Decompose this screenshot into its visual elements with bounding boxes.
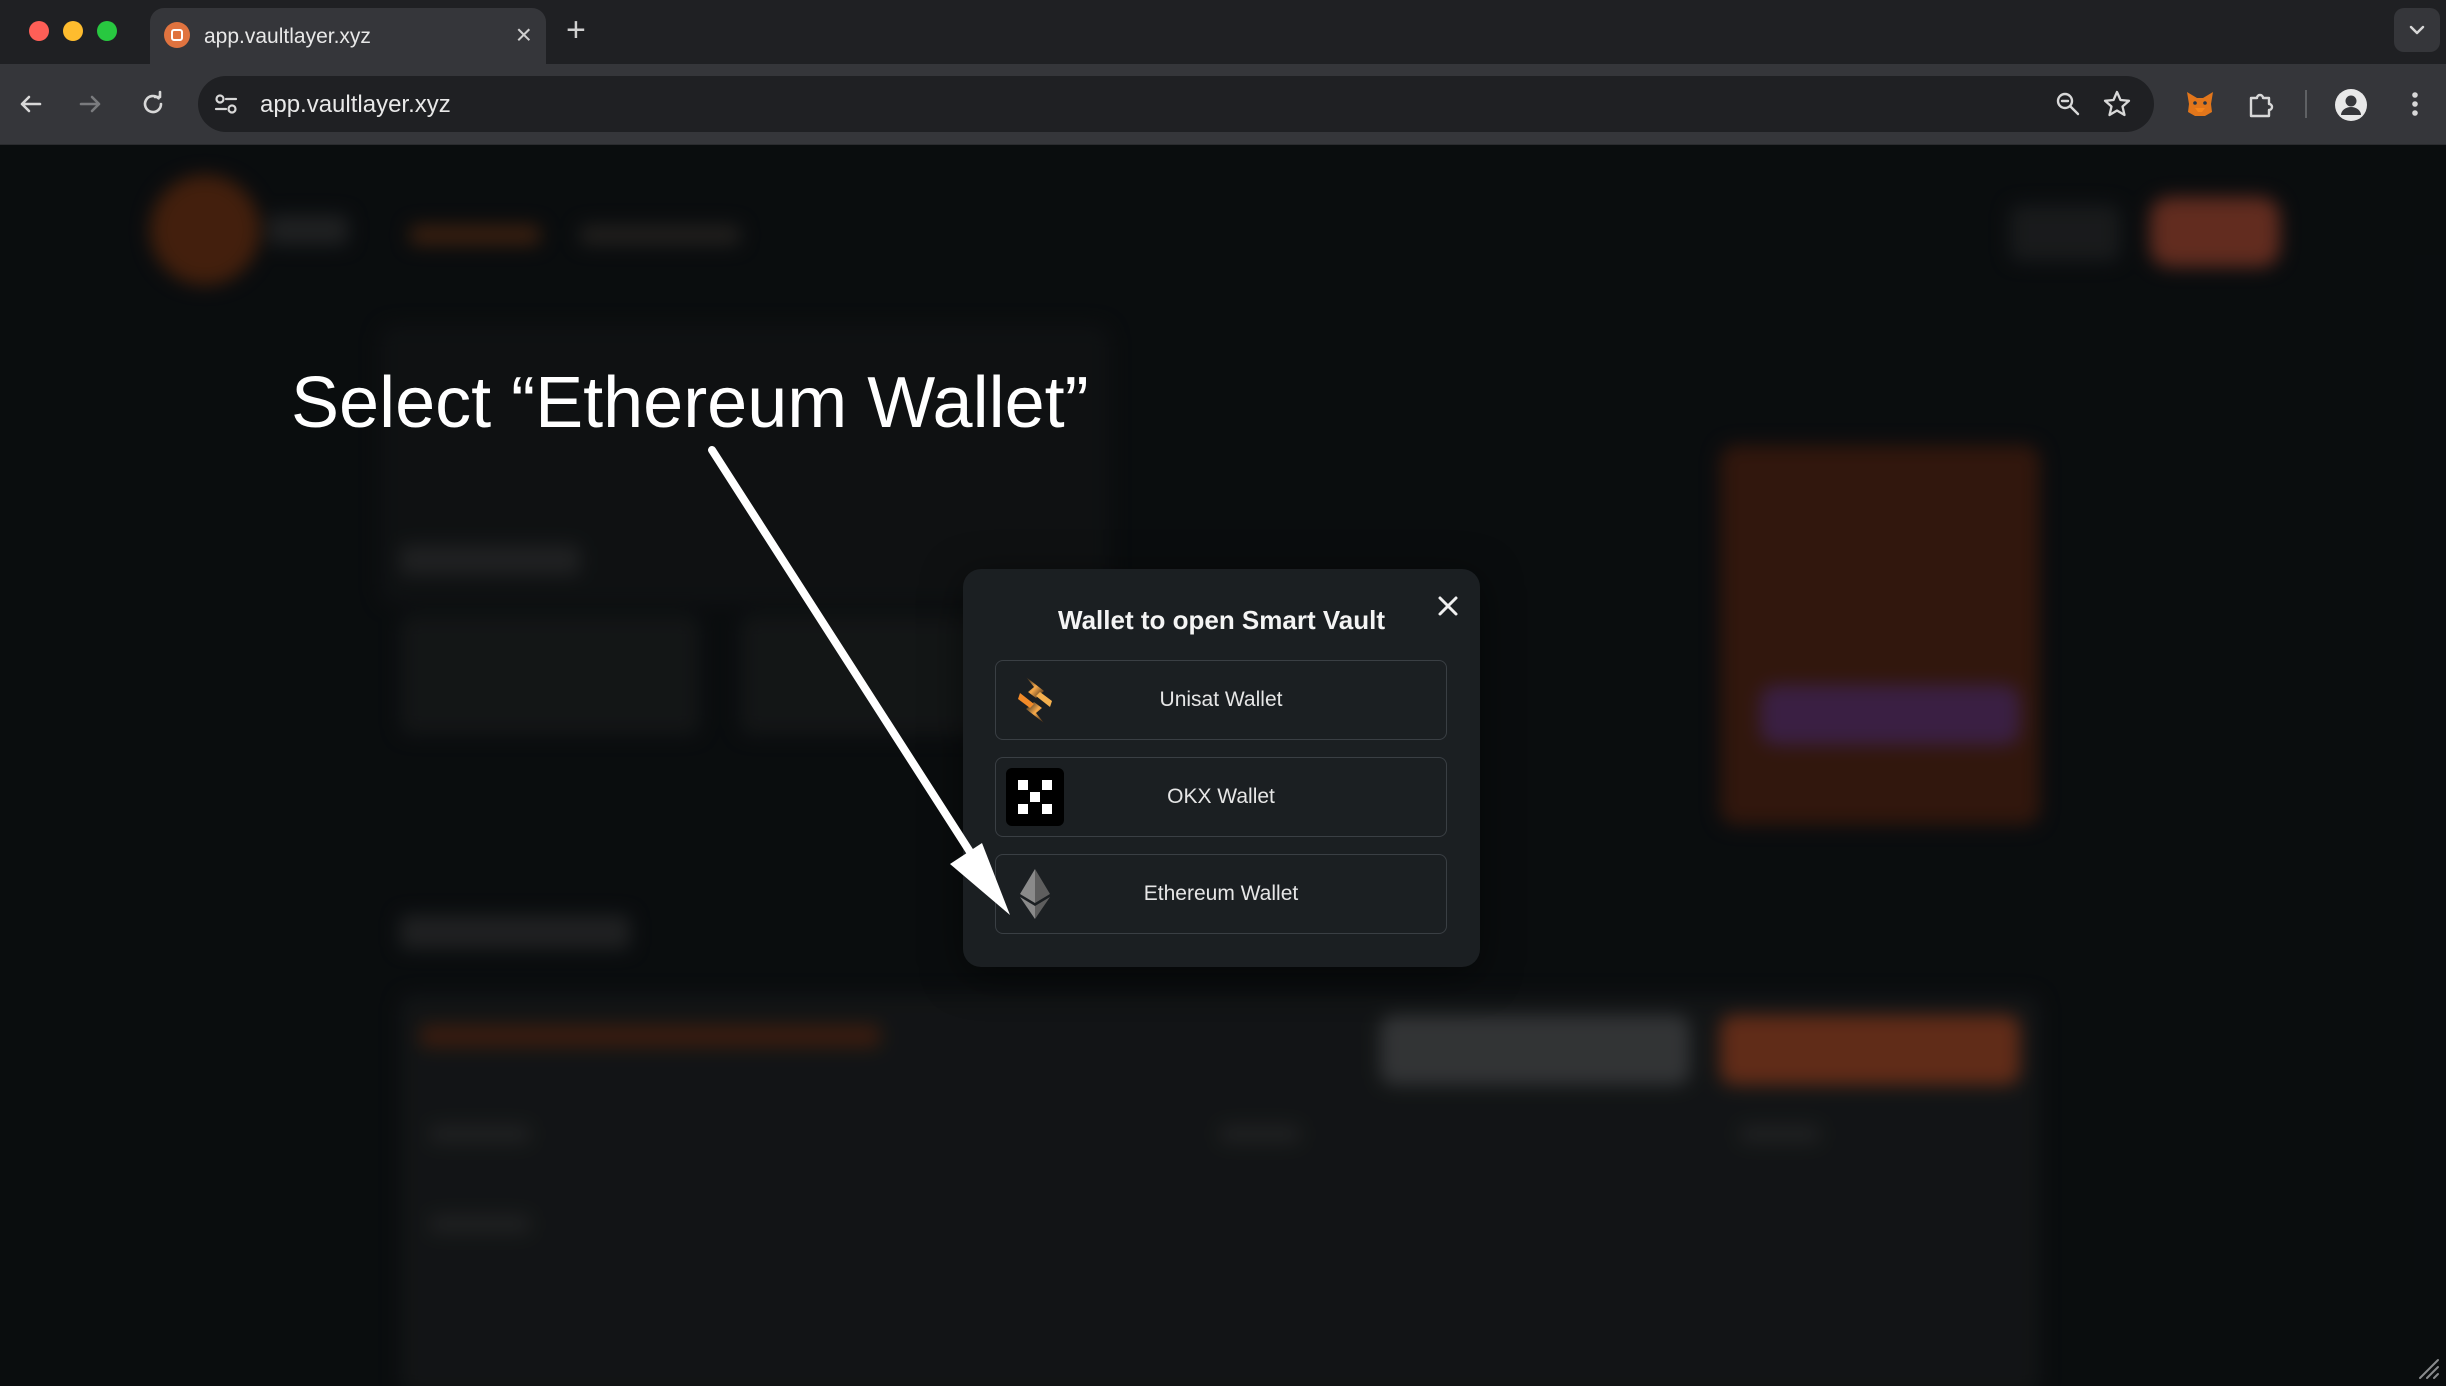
- close-icon[interactable]: [1431, 589, 1465, 623]
- chevron-down-icon: [2409, 25, 2425, 35]
- okx-wallet-button[interactable]: OKX Wallet: [995, 757, 1447, 837]
- modal-title: Wallet to open Smart Vault: [1058, 605, 1385, 635]
- site-info-icon[interactable]: [212, 90, 240, 118]
- maximize-window-button[interactable]: [97, 21, 117, 41]
- address-bar[interactable]: app.vaultlayer.xyz: [198, 76, 2154, 132]
- back-arrow-icon[interactable]: [14, 88, 46, 120]
- toolbar-divider: [2305, 90, 2307, 118]
- tab-search-button[interactable]: [2394, 8, 2440, 52]
- browser-titlebar: app.vaultlayer.xyz × +: [0, 0, 2446, 64]
- zoom-icon[interactable]: [2054, 90, 2082, 118]
- forward-arrow-icon[interactable]: [75, 88, 107, 120]
- resize-grip-icon[interactable]: [2412, 1352, 2440, 1380]
- profile-avatar-icon[interactable]: [2334, 88, 2368, 122]
- ethereum-wallet-label: Ethereum Wallet: [1143, 882, 1299, 905]
- reload-icon[interactable]: [137, 88, 169, 120]
- new-tab-button[interactable]: +: [566, 12, 586, 48]
- unisat-wallet-label: Unisat Wallet: [1159, 688, 1283, 711]
- bookmark-star-icon[interactable]: [2102, 89, 2132, 119]
- okx-wallet-label: OKX Wallet: [1167, 785, 1275, 808]
- ethereum-wallet-button[interactable]: Ethereum Wallet: [995, 854, 1447, 934]
- tab-close-icon[interactable]: ×: [516, 20, 532, 50]
- kebab-menu-icon[interactable]: [2400, 88, 2430, 120]
- extensions-puzzle-icon[interactable]: [2245, 88, 2277, 120]
- vaultlayer-favicon-icon: [164, 22, 190, 48]
- browser-tab[interactable]: app.vaultlayer.xyz ×: [150, 8, 546, 64]
- tab-title: app.vaultlayer.xyz: [204, 25, 371, 48]
- unisat-wallet-button[interactable]: Unisat Wallet: [995, 660, 1447, 740]
- minimize-window-button[interactable]: [63, 21, 83, 41]
- wallet-select-modal: Wallet to open Smart Vault Unisat Wallet…: [963, 569, 1480, 967]
- annotation-text: Select “Ethereum Wallet”: [291, 363, 1089, 443]
- browser-toolbar: app.vaultlayer.xyz: [0, 64, 2446, 145]
- metamask-fox-icon[interactable]: [2184, 88, 2216, 120]
- url-text[interactable]: app.vaultlayer.xyz: [260, 91, 451, 119]
- close-window-button[interactable]: [29, 21, 49, 41]
